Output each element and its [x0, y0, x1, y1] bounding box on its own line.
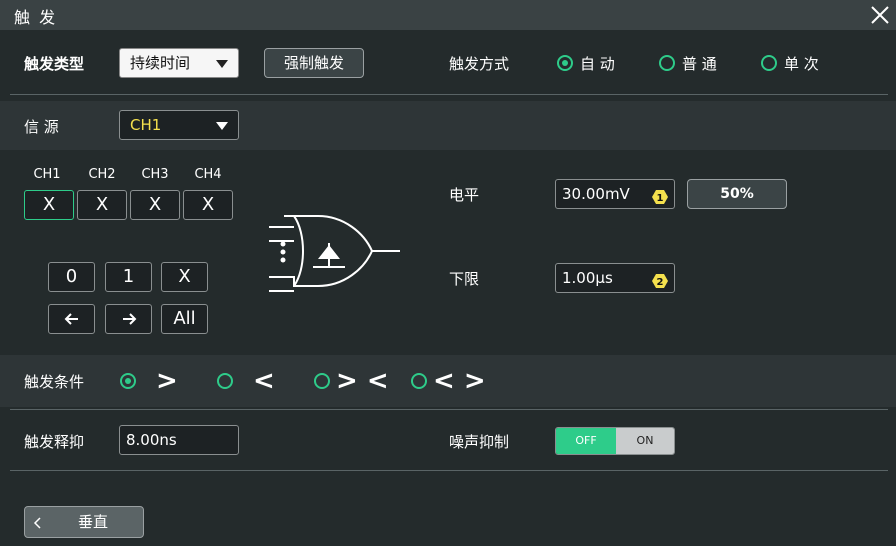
source-value: CH1: [130, 116, 162, 134]
condition-greater-symbol: >: [156, 366, 178, 396]
sweep-label: 触发方式: [449, 55, 510, 73]
toggle-off-segment: OFF: [556, 428, 616, 454]
source-dropdown[interactable]: CH1: [119, 110, 239, 140]
condition-outside-radio[interactable]: [411, 373, 427, 389]
condition-less-symbol: <: [253, 366, 275, 396]
ch3-pattern-box[interactable]: X: [130, 190, 180, 220]
ch3-label: CH3: [141, 167, 169, 182]
arrow-left-button[interactable]: [48, 304, 95, 334]
sweep-single-radio[interactable]: [761, 55, 777, 71]
condition-between-radio[interactable]: [314, 373, 330, 389]
ch4-label: CH4: [194, 167, 222, 182]
knob-1-badge-text: 1: [657, 193, 664, 204]
back-vertical-button[interactable]: 垂直: [24, 506, 144, 538]
caret-down-icon: [216, 122, 228, 130]
condition-outside-symbol: < >: [433, 366, 486, 396]
duration-gate-icon: [266, 205, 402, 300]
condition-between-symbol: > <: [336, 366, 389, 396]
force-trigger-button[interactable]: 强制触发: [264, 48, 364, 78]
ch1-pattern-box[interactable]: X: [24, 190, 74, 220]
lower-limit-field[interactable]: 1.00µs 2: [555, 263, 675, 293]
level-50-button[interactable]: 50%: [687, 179, 787, 209]
sweep-normal-label: 普 通: [682, 55, 717, 73]
condition-label: 触发条件: [24, 373, 85, 391]
holdoff-field[interactable]: 8.00ns: [119, 425, 239, 455]
divider: [10, 470, 888, 471]
arrow-right-icon: [122, 313, 136, 325]
level-field[interactable]: 30.00mV 1: [555, 179, 675, 209]
back-button-label: 垂直: [77, 513, 108, 531]
source-label: 信 源: [24, 118, 59, 136]
arrow-right-button[interactable]: [105, 304, 152, 334]
knob-2-badge-text: 2: [657, 277, 664, 288]
arrow-left-icon: [64, 313, 78, 325]
level-label: 电平: [449, 186, 480, 204]
noise-reject-toggle[interactable]: OFF ON: [555, 427, 675, 455]
sweep-normal-radio[interactable]: [659, 55, 675, 71]
divider: [10, 94, 888, 95]
title-bar: [0, 0, 896, 30]
lower-limit-label: 下限: [449, 270, 480, 288]
divider: [10, 409, 888, 410]
condition-greater-radio[interactable]: [120, 373, 136, 389]
key-x-button[interactable]: X: [161, 262, 208, 292]
sweep-single-label: 单 次: [784, 55, 819, 73]
holdoff-label: 触发释抑: [24, 433, 85, 451]
trigger-type-label: 触发类型: [24, 55, 85, 73]
ch2-pattern-box[interactable]: X: [77, 190, 127, 220]
trigger-type-dropdown[interactable]: 持续时间: [119, 48, 239, 78]
dialog-title: 触 发: [14, 8, 58, 27]
level-value: 30.00mV: [562, 185, 630, 203]
sweep-auto-radio[interactable]: [557, 55, 573, 71]
key-0-button[interactable]: 0: [48, 262, 95, 292]
caret-down-icon: [216, 60, 228, 68]
key-1-button[interactable]: 1: [105, 262, 152, 292]
all-button[interactable]: All: [161, 304, 208, 334]
lower-limit-value: 1.00µs: [562, 269, 613, 287]
ch4-pattern-box[interactable]: X: [183, 190, 233, 220]
close-icon[interactable]: [868, 3, 892, 27]
sweep-auto-label: 自 动: [580, 55, 615, 73]
trigger-type-value: 持续时间: [130, 54, 191, 72]
ch2-label: CH2: [88, 167, 116, 182]
noise-reject-label: 噪声抑制: [449, 433, 510, 451]
toggle-on-segment: ON: [616, 428, 674, 454]
knob-1-badge-icon: 1: [652, 186, 668, 204]
chevron-left-icon: [33, 517, 41, 529]
condition-less-radio[interactable]: [217, 373, 233, 389]
ch1-label: CH1: [33, 167, 61, 182]
knob-2-badge-icon: 2: [652, 270, 668, 288]
